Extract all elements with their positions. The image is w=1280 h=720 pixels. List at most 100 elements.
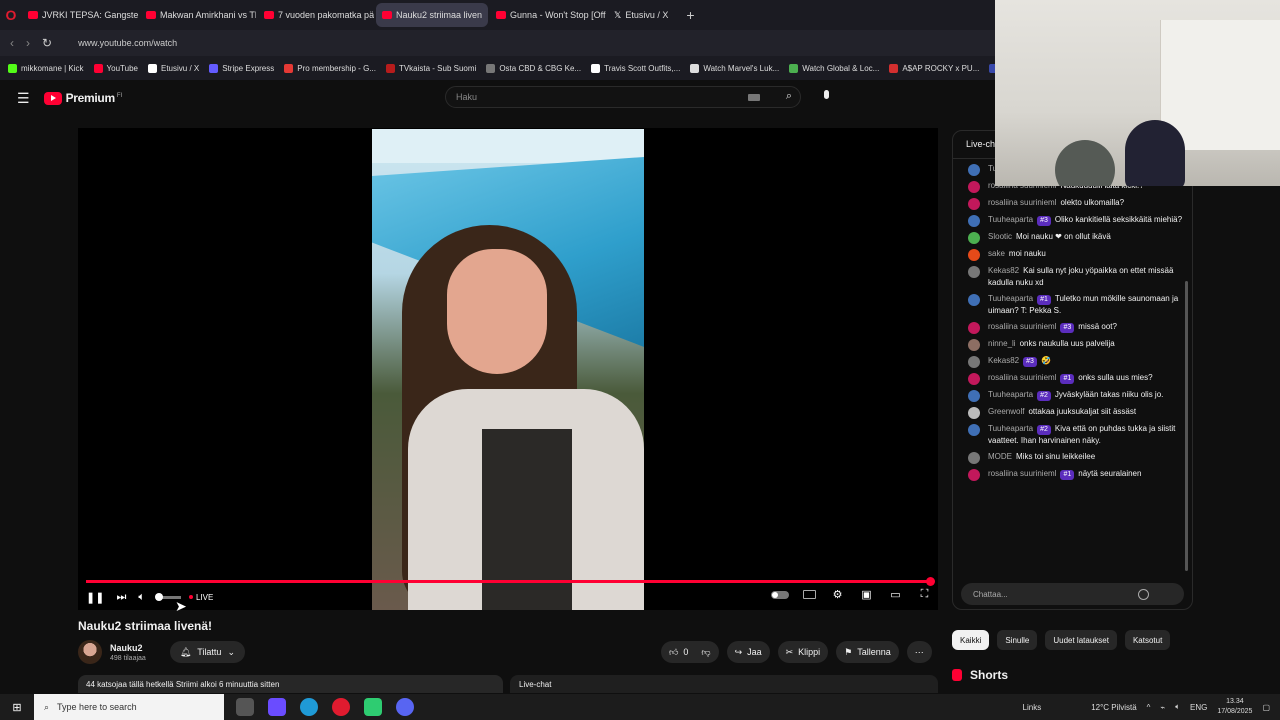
weather-widget[interactable]: 12°C Pilvistä — [1091, 703, 1136, 712]
settings-gear-icon[interactable]: ⚙ — [830, 589, 845, 601]
forward-icon[interactable]: › — [26, 36, 30, 50]
links-toolbar[interactable]: Links — [1023, 703, 1042, 712]
tray-chevron-icon[interactable]: ^ — [1147, 703, 1151, 712]
chat-avatar[interactable] — [968, 390, 980, 402]
chat-author[interactable]: sake — [988, 249, 1005, 258]
miniplayer-icon[interactable]: ▣ — [859, 589, 874, 601]
chat-avatar[interactable] — [968, 266, 980, 278]
chat-avatar[interactable] — [968, 181, 980, 193]
chat-avatar[interactable] — [968, 198, 980, 210]
chat-avatar[interactable] — [968, 373, 980, 385]
live-chat-bar[interactable]: Live-chat — [510, 675, 938, 693]
chat-avatar[interactable] — [968, 322, 980, 334]
taskbar-search[interactable]: ⌕ Type here to search — [34, 694, 224, 720]
chat-avatar[interactable] — [968, 232, 980, 244]
opera-icon[interactable] — [332, 698, 350, 716]
url-field[interactable]: www.youtube.com/watch — [78, 38, 177, 48]
chat-author[interactable]: Tuuheaparta — [988, 424, 1033, 433]
video-frame[interactable] — [372, 129, 644, 610]
filter-chip[interactable]: Katsotut — [1124, 630, 1171, 650]
thumbs-down-icon[interactable]: 👎︎ — [701, 647, 710, 658]
filter-chip[interactable]: Sinulle — [997, 630, 1038, 650]
browser-tab[interactable]: JVRKI TEPSA: Gangsterielä — [22, 3, 138, 27]
language-indicator[interactable]: ENG — [1190, 703, 1207, 712]
chat-scrollbar[interactable] — [1185, 281, 1188, 571]
chat-author[interactable]: rosaliina suurinieml — [988, 373, 1056, 382]
bookmark-item[interactable]: Watch Marvel's Luk... — [690, 63, 779, 73]
theater-mode-icon[interactable]: ▭ — [888, 589, 903, 601]
chat-author[interactable]: Tuuheaparta — [988, 390, 1033, 399]
autoplay-toggle[interactable] — [771, 590, 789, 599]
reload-icon[interactable]: ↻ — [42, 36, 52, 50]
new-tab-icon[interactable]: + — [686, 7, 694, 23]
captions-icon[interactable] — [803, 590, 816, 599]
network-icon[interactable]: ⌁ — [1160, 703, 1165, 712]
copilot-icon[interactable] — [268, 698, 286, 716]
chat-author[interactable]: Tuuheaparta — [988, 294, 1033, 303]
browser-tab[interactable]: Gunna - Won't Stop [Offic — [490, 3, 606, 27]
app-icon[interactable] — [364, 698, 382, 716]
browser-tab[interactable]: 𝕏 Etusivu / X — [608, 3, 674, 27]
browser-tab[interactable]: Nauku2 striimaa liven — [376, 3, 489, 27]
chat-avatar[interactable] — [968, 339, 980, 351]
bookmark-item[interactable]: Stripe Express — [209, 63, 274, 73]
keyboard-icon[interactable] — [748, 94, 760, 101]
thumbs-up-icon[interactable]: 👍︎ — [669, 647, 678, 658]
shorts-heading[interactable]: Shorts — [952, 668, 1008, 682]
progress-bar[interactable] — [86, 580, 932, 583]
chat-avatar[interactable] — [968, 407, 980, 419]
search-icon[interactable]: ⌕ — [786, 90, 792, 103]
discord-icon[interactable] — [396, 698, 414, 716]
menu-icon[interactable]: ☰ — [17, 90, 30, 107]
next-icon[interactable]: ⏭ — [116, 591, 126, 604]
live-indicator[interactable]: LIVE — [189, 593, 213, 602]
filter-chip[interactable]: Kaikki — [952, 630, 990, 650]
bookmark-item[interactable]: mikkomane | Kick — [8, 63, 84, 73]
chat-author[interactable]: MODE — [988, 452, 1012, 461]
chat-avatar[interactable] — [968, 356, 980, 368]
chat-author[interactable]: Tuuheaparta — [988, 215, 1033, 224]
bookmark-item[interactable]: Osta CBD & CBG Ke... — [486, 63, 581, 73]
share-button[interactable]: ↪ Jaa — [726, 641, 770, 663]
bookmark-item[interactable]: Travis Scott Outfits,... — [591, 63, 680, 73]
speaker-icon[interactable]: 🔈︎ — [1175, 702, 1180, 712]
browser-tab[interactable]: Makwan Amirkhani vs Tha — [140, 3, 256, 27]
opera-logo-icon[interactable]: O — [0, 0, 22, 30]
chat-avatar[interactable] — [968, 215, 980, 227]
fullscreen-icon[interactable]: ⛶ — [917, 588, 932, 600]
channel-name[interactable]: Nauku2 — [110, 643, 146, 653]
bookmark-item[interactable]: Pro membership - G... — [284, 63, 376, 73]
chat-author[interactable]: rosaliina suurinieml — [988, 198, 1056, 207]
like-dislike-button[interactable]: 👍︎ 0 👎︎ — [661, 641, 719, 663]
filter-chip[interactable]: Uudet lataukset — [1045, 630, 1117, 650]
bookmark-item[interactable]: Watch Global & Loc... — [789, 63, 879, 73]
chat-avatar[interactable] — [968, 469, 980, 481]
channel-avatar[interactable] — [78, 640, 102, 664]
edge-icon[interactable] — [300, 698, 318, 716]
chat-input[interactable]: Chattaa... ♡ — [961, 583, 1184, 605]
chat-avatar[interactable] — [968, 424, 980, 436]
chat-avatar[interactable] — [968, 294, 980, 306]
bookmark-item[interactable]: Etusivu / X — [147, 63, 199, 73]
chat-avatar[interactable] — [968, 249, 980, 261]
bookmark-item[interactable]: TVkaista - Sub Suomi — [385, 63, 476, 73]
emoji-icon[interactable] — [1138, 589, 1149, 600]
bookmark-item[interactable]: A$AP ROCKY x PU... — [889, 63, 979, 73]
search-input[interactable]: Haku ⌕ — [445, 86, 801, 108]
pause-icon[interactable]: ❚❚ — [86, 591, 104, 604]
save-button[interactable]: ⚑ Tallenna — [836, 641, 899, 663]
notifications-icon[interactable]: ▢ — [1262, 703, 1270, 712]
chat-author[interactable]: Kekas82 — [988, 356, 1019, 365]
progress-scrubber[interactable] — [926, 577, 935, 586]
chat-author[interactable]: rosaliina suurinieml — [988, 322, 1056, 331]
chat-avatar[interactable] — [968, 452, 980, 464]
chat-author[interactable]: Kekas82 — [988, 266, 1019, 275]
volume-icon[interactable]: 🔈︎ — [138, 591, 145, 604]
subscribe-button[interactable]: 🔔︎ Tilattu ⌄ — [169, 641, 245, 663]
chat-author[interactable]: Slootic — [988, 232, 1012, 241]
chat-author[interactable]: Greenwolf — [988, 407, 1024, 416]
chat-author[interactable]: ninne_li — [988, 339, 1016, 348]
windows-start-icon[interactable]: ⊞ — [0, 701, 34, 714]
task-view-icon[interactable] — [236, 698, 254, 716]
microphone-icon[interactable] — [820, 89, 832, 105]
